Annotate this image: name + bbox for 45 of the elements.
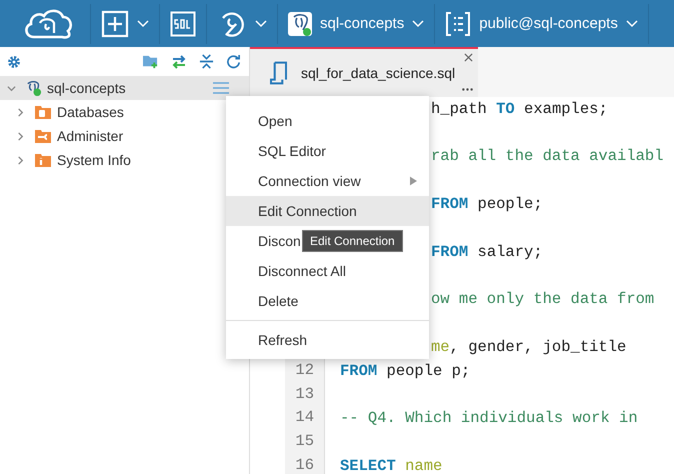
tree-item[interactable]: sql-concepts (0, 76, 249, 100)
code-line: rab all the data availabl (431, 147, 664, 166)
document-icon (270, 61, 287, 85)
code-line: FROM people p; (340, 362, 470, 380)
sql-editor-icon[interactable] (170, 10, 196, 36)
code-line: me, gender, job_title (431, 338, 626, 356)
line-number: 16 (295, 456, 314, 474)
line-number: 14 (295, 408, 314, 426)
editor-tab[interactable]: sql_for_data_science.sql (250, 47, 478, 97)
swap-arrows-icon[interactable] (171, 54, 187, 68)
caret-icon (626, 20, 638, 28)
code-line: -- Q4. Which individuals work in (340, 409, 638, 428)
line-number: 12 (295, 360, 314, 379)
menu-item[interactable]: Edit Connection (226, 196, 429, 226)
code-line: h_path TO examples; (431, 100, 608, 118)
close-icon[interactable] (464, 53, 473, 62)
database-folder-icon (35, 105, 51, 119)
code-line: ow me only the data from (431, 290, 654, 308)
connection-selector[interactable]: sql-concepts (288, 12, 424, 36)
settings-icon[interactable] (7, 54, 21, 68)
menu-item[interactable]: Delete (226, 286, 310, 316)
collapse-icon[interactable] (199, 54, 214, 69)
info-folder-icon (35, 153, 51, 167)
schema-brackets-icon (445, 10, 472, 36)
code-line: SELECT name (340, 456, 442, 474)
caret-icon (255, 20, 267, 28)
menu-item[interactable]: Refresh (226, 325, 320, 355)
code-line: FROM people; (431, 195, 543, 214)
chevron-icon (16, 132, 25, 140)
code-line: FROM salary; (431, 242, 543, 261)
line-number: 15 (295, 432, 314, 450)
chevron-icon (16, 108, 25, 116)
caret-icon (137, 20, 149, 28)
wrench-folder-icon (35, 129, 51, 143)
menu-item[interactable]: Disconnect All (226, 256, 358, 286)
chevron-icon (16, 156, 25, 164)
schema-selector[interactable]: public@sql-concepts (445, 10, 638, 36)
caret-icon (412, 20, 424, 28)
add-dropdown-button[interactable] (101, 10, 149, 38)
refresh-icon[interactable] (226, 54, 241, 69)
tooltip: Edit Connection (302, 230, 403, 252)
more-icon[interactable] (462, 88, 473, 91)
new-folder-icon[interactable] (142, 54, 159, 69)
line-number: 13 (295, 384, 314, 403)
chevron-icon (7, 84, 16, 92)
